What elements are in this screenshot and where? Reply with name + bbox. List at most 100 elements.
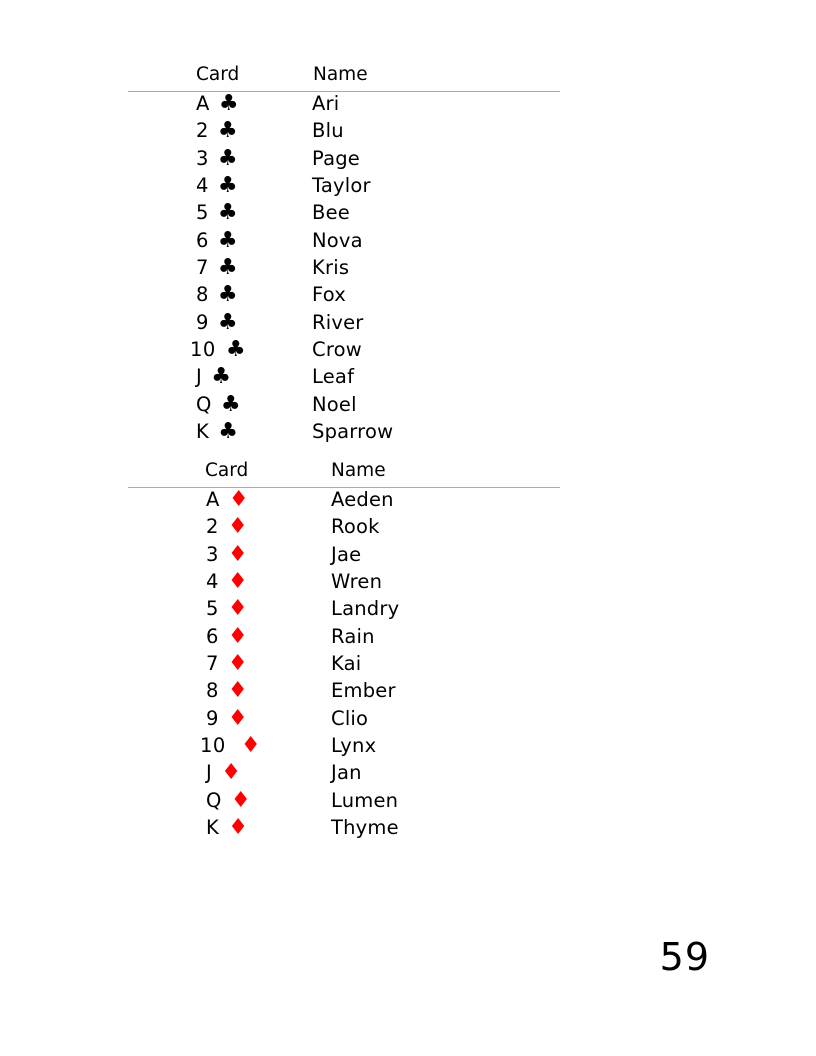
clubs-table-row: 5 ♣ Bee xyxy=(0,199,816,226)
card-rank: 7 xyxy=(196,255,209,279)
diamonds-name-cell: Rain xyxy=(331,624,375,648)
club-suit-icon: ♣ xyxy=(217,145,238,171)
card-rank: 4 xyxy=(206,569,219,593)
card-rank: 2 xyxy=(206,515,219,539)
diamond-suit-icon: ♦ xyxy=(227,678,248,704)
diamonds-card-cell: K ♦ xyxy=(206,814,248,841)
diamond-suit-icon: ♦ xyxy=(230,787,251,813)
club-suit-icon: ♣ xyxy=(217,118,238,144)
clubs-name-cell: Sparrow xyxy=(312,419,394,443)
diamonds-card-cell: 7 ♦ xyxy=(206,650,248,677)
diamonds-name-cell: Landry xyxy=(331,597,400,621)
card-rank: 7 xyxy=(206,651,219,675)
diamond-suit-icon: ♦ xyxy=(228,487,249,512)
diamonds-table-row: 10 ♦ Lynx xyxy=(0,732,816,759)
clubs-card-cell: A ♣ xyxy=(196,90,239,117)
page-number: 59 xyxy=(659,935,710,979)
clubs-card-cell: 2 ♣ xyxy=(196,117,238,144)
diamonds-name-cell: Jan xyxy=(331,761,362,785)
diamonds-table-row: J ♦ Jan xyxy=(0,759,816,786)
card-rank: 2 xyxy=(196,119,209,143)
clubs-table-row: 10 ♣ Crow xyxy=(0,336,816,363)
card-rank: K xyxy=(206,815,220,839)
card-rank: 10 xyxy=(200,733,226,757)
card-rank: 6 xyxy=(206,624,219,648)
clubs-table-row: K ♣ Sparrow xyxy=(0,418,816,445)
clubs-card-cell: 10 ♣ xyxy=(190,336,246,363)
clubs-name-cell: Page xyxy=(312,146,361,170)
diamonds-table-row: Q ♦ Lumen xyxy=(0,787,816,814)
club-suit-icon: ♣ xyxy=(217,254,238,280)
diamonds-card-cell: 3 ♦ xyxy=(206,541,248,568)
club-suit-icon: ♣ xyxy=(218,91,239,116)
diamonds-name-cell: Wren xyxy=(331,569,383,593)
card-rank: 3 xyxy=(206,542,219,566)
clubs-table-row: 2 ♣ Blu xyxy=(0,117,816,144)
card-rank: 8 xyxy=(206,679,219,703)
clubs-card-cell: 3 ♣ xyxy=(196,145,238,172)
club-suit-icon: ♣ xyxy=(225,336,246,362)
diamonds-card-cell: J ♦ xyxy=(206,759,241,786)
card-rank: K xyxy=(196,419,210,443)
card-rank: 4 xyxy=(196,173,209,197)
card-rank: Q xyxy=(206,788,222,812)
clubs-card-cell: 9 ♣ xyxy=(196,309,238,336)
diamonds-card-cell: 5 ♦ xyxy=(206,595,248,622)
card-rank: J xyxy=(196,365,203,389)
clubs-name-cell: River xyxy=(312,310,364,334)
clubs-name-column-header: Name xyxy=(313,64,368,85)
clubs-name-cell: Nova xyxy=(312,228,363,252)
diamonds-card-cell: 9 ♦ xyxy=(206,705,248,732)
club-suit-icon: ♣ xyxy=(220,391,241,417)
clubs-table-row: A ♣ Ari xyxy=(0,90,816,117)
diamonds-card-column-header: Card xyxy=(205,460,249,481)
clubs-name-cell: Noel xyxy=(312,392,357,416)
clubs-name-cell: Taylor xyxy=(312,173,371,197)
card-rank: 6 xyxy=(196,228,209,252)
diamond-suit-icon: ♦ xyxy=(227,541,248,567)
clubs-card-cell: J ♣ xyxy=(196,363,231,390)
club-suit-icon: ♣ xyxy=(217,282,238,308)
diamonds-table-row: K ♦ Thyme xyxy=(0,814,816,841)
diamonds-table-row: 2 ♦ Rook xyxy=(0,513,816,540)
clubs-card-cell: 5 ♣ xyxy=(196,199,238,226)
card-rank: 5 xyxy=(196,201,209,225)
clubs-name-cell: Crow xyxy=(312,337,362,361)
clubs-card-cell: 8 ♣ xyxy=(196,281,238,308)
card-rank: 3 xyxy=(196,146,209,170)
diamond-suit-icon: ♦ xyxy=(227,596,248,622)
diamonds-name-cell: Thyme xyxy=(331,815,399,839)
club-suit-icon: ♣ xyxy=(217,200,238,226)
clubs-table-row: 8 ♣ Fox xyxy=(0,281,816,308)
clubs-table-row: 4 ♣ Taylor xyxy=(0,172,816,199)
diamonds-card-cell: Q ♦ xyxy=(206,787,251,814)
clubs-table-row: 7 ♣ Kris xyxy=(0,254,816,281)
clubs-table-row: 9 ♣ River xyxy=(0,309,816,336)
clubs-card-column-header: Card xyxy=(196,64,240,85)
card-rank: 10 xyxy=(190,337,216,361)
card-rank: 8 xyxy=(196,283,209,307)
diamonds-table-row: 8 ♦ Ember xyxy=(0,677,816,704)
diamonds-name-cell: Clio xyxy=(331,706,369,730)
diamond-suit-icon: ♦ xyxy=(227,514,248,540)
club-suit-icon: ♣ xyxy=(218,418,239,444)
diamonds-table-row: 6 ♦ Rain xyxy=(0,623,816,650)
clubs-name-cell: Leaf xyxy=(312,365,355,389)
clubs-card-cell: 6 ♣ xyxy=(196,227,238,254)
diamonds-name-cell: Ember xyxy=(331,679,396,703)
diamond-suit-icon: ♦ xyxy=(227,623,248,649)
club-suit-icon: ♣ xyxy=(217,309,238,335)
diamond-suit-icon: ♦ xyxy=(240,732,261,758)
diamond-suit-icon: ♦ xyxy=(228,814,249,840)
diamonds-card-cell: 10 ♦ xyxy=(200,732,261,759)
card-rank: A xyxy=(206,488,220,511)
card-rank: 9 xyxy=(206,706,219,730)
clubs-table-row: 3 ♣ Page xyxy=(0,145,816,172)
diamonds-name-cell: Rook xyxy=(331,515,380,539)
diamonds-table-row: 4 ♦ Wren xyxy=(0,568,816,595)
diamonds-card-cell: A ♦ xyxy=(206,486,249,513)
diamonds-name-cell: Kai xyxy=(331,651,362,675)
diamond-suit-icon: ♦ xyxy=(227,705,248,731)
diamond-suit-icon: ♦ xyxy=(227,650,248,676)
clubs-card-cell: K ♣ xyxy=(196,418,238,445)
